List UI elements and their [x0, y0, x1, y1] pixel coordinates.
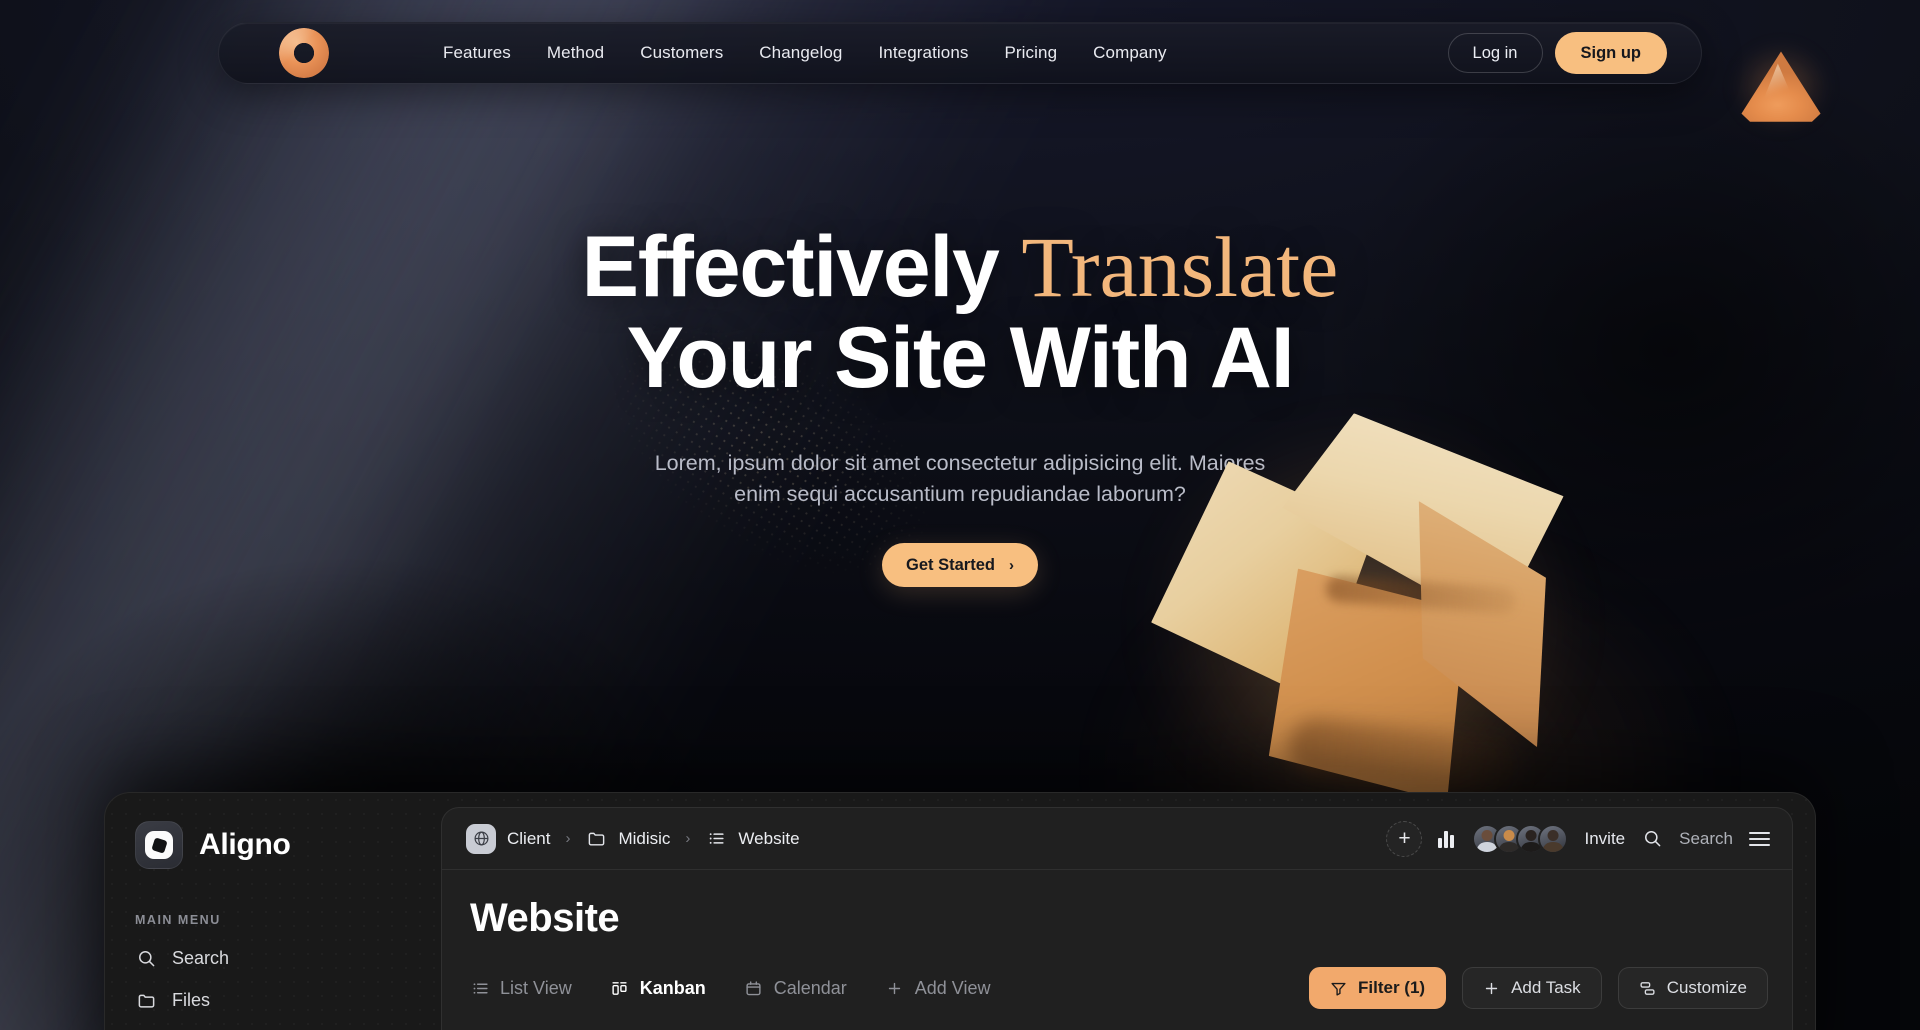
app-brand-name: Aligno — [199, 828, 291, 861]
sidebar-item-files[interactable]: Files — [135, 989, 441, 1011]
torus-logo[interactable] — [279, 28, 329, 78]
nav-actions: Log in Sign up — [1447, 32, 1667, 74]
nav-link-customers[interactable]: Customers — [640, 43, 723, 63]
sidebar-item-label-search: Search — [172, 947, 230, 968]
torus-logo-sheen — [279, 28, 329, 78]
add-task-button[interactable]: Add Task — [1462, 967, 1602, 1009]
hero-title-line1: Effectively Translate — [582, 219, 1339, 315]
get-started-button[interactable]: Get Started › — [882, 543, 1038, 588]
app-main-area: Client › Midisic › Website + Invite Sear… — [441, 793, 1815, 1030]
breadcrumb-label-client: Client — [507, 828, 551, 848]
nav-link-pricing[interactable]: Pricing — [1004, 43, 1057, 63]
nav-link-changelog[interactable]: Changelog — [759, 43, 842, 63]
search-button-label[interactable]: Search — [1679, 829, 1733, 849]
breadcrumb-item-midisic[interactable]: Midisic — [585, 828, 670, 850]
breadcrumb-actions: + Invite Search — [1386, 820, 1770, 857]
tab-label-add-view: Add View — [914, 977, 991, 998]
hero-title-accent: Translate — [1021, 219, 1339, 315]
app-sidebar: Aligno MAIN MENU Search Files — [105, 793, 441, 1030]
calendar-icon — [744, 978, 764, 998]
add-member-button[interactable]: + — [1386, 820, 1423, 857]
hero-subtitle-line1: Lorem, ipsum dolor sit amet consectetur … — [654, 451, 1266, 476]
customize-button-label: Customize — [1666, 978, 1747, 997]
customize-icon — [1639, 980, 1656, 997]
app-page-title: Website — [470, 896, 620, 940]
toolbar-actions: Filter (1) Add Task Customize — [1309, 967, 1768, 1009]
hero-subtitle-line2: enim sequi accusantium repudiandae labor… — [734, 481, 1186, 506]
get-started-label: Get Started — [906, 555, 995, 574]
breadcrumb-separator-2: › — [685, 830, 691, 847]
plus-icon — [1483, 980, 1500, 997]
top-navbar: Features Method Customers Changelog Inte… — [218, 22, 1702, 84]
page-title: Effectively Translate Your Site With AI — [0, 219, 1920, 407]
hero-title-plain: Effectively — [581, 219, 1022, 315]
tab-add-view[interactable]: Add View — [885, 977, 991, 999]
search-icon[interactable] — [1641, 828, 1663, 850]
tab-label-list-view: List View — [500, 977, 572, 998]
view-tabs-row: List View Kanban Calendar Add View Filte… — [470, 967, 1768, 1009]
hamburger-icon[interactable] — [1749, 831, 1770, 846]
signup-button[interactable]: Sign up — [1554, 32, 1667, 74]
plus-icon — [885, 978, 905, 998]
hero-section: Effectively Translate Your Site With AI … — [0, 219, 1920, 588]
breadcrumb-item-client[interactable]: Client — [466, 823, 551, 854]
nav-link-features[interactable]: Features — [443, 43, 511, 63]
login-button[interactable]: Log in — [1447, 33, 1543, 73]
page-stage: Features Method Customers Changelog Inte… — [0, 0, 1920, 1030]
breadcrumb-separator-1: › — [565, 830, 571, 847]
app-brand[interactable]: Aligno — [135, 821, 441, 869]
hero-subtitle: Lorem, ipsum dolor sit amet consectetur … — [0, 448, 1920, 509]
kanban-icon — [610, 978, 630, 998]
sidebar-item-search[interactable]: Search — [135, 947, 441, 969]
filter-button-label: Filter (1) — [1358, 978, 1426, 997]
breadcrumb-label-midisic: Midisic — [618, 828, 671, 848]
sidebar-item-label-files: Files — [172, 989, 211, 1010]
sidebar-section-label: MAIN MENU — [135, 913, 221, 927]
view-tabs: List View Kanban Calendar Add View — [470, 978, 990, 999]
customize-button[interactable]: Customize — [1617, 967, 1768, 1009]
tab-calendar[interactable]: Calendar — [744, 978, 847, 999]
list-view-icon — [470, 978, 490, 998]
app-main-body: Website List View Kanban Calendar Add Vi… — [442, 870, 1792, 1009]
tab-label-calendar: Calendar — [773, 977, 847, 998]
aligno-logo-inner — [145, 831, 173, 859]
folder-icon — [135, 989, 157, 1011]
breadcrumb-label-website: Website — [738, 828, 800, 848]
folder-icon — [585, 828, 607, 850]
nav-link-integrations[interactable]: Integrations — [878, 43, 968, 63]
nav-link-method[interactable]: Method — [547, 43, 604, 63]
avatar-stack[interactable] — [1472, 823, 1569, 854]
add-task-button-label: Add Task — [1511, 978, 1581, 997]
app-main-card: Client › Midisic › Website + Invite Sear… — [441, 807, 1793, 1030]
tab-list-view[interactable]: List View — [470, 978, 572, 999]
search-icon — [135, 947, 157, 969]
tab-kanban[interactable]: Kanban — [610, 978, 706, 999]
chart-icon[interactable] — [1438, 830, 1455, 848]
filter-button[interactable]: Filter (1) — [1309, 967, 1447, 1009]
hero-title-line2: Your Site With AI — [626, 310, 1295, 407]
nav-links: Features Method Customers Changelog Inte… — [443, 43, 1167, 63]
breadcrumb-bar: Client › Midisic › Website + Invite Sear… — [442, 808, 1792, 870]
app-preview-panel: Aligno MAIN MENU Search Files Client › M… — [104, 792, 1816, 1030]
chevron-right-icon: › — [1008, 556, 1014, 574]
globe-icon — [466, 823, 496, 854]
aligno-logo-icon — [135, 821, 183, 869]
nav-link-company[interactable]: Company — [1093, 43, 1166, 63]
filter-icon — [1330, 980, 1347, 997]
breadcrumb-item-website[interactable]: Website — [705, 828, 800, 850]
avatar — [1538, 823, 1569, 854]
invite-button[interactable]: Invite — [1584, 829, 1625, 849]
list-icon — [705, 828, 727, 850]
tab-label-kanban: Kanban — [639, 977, 706, 998]
